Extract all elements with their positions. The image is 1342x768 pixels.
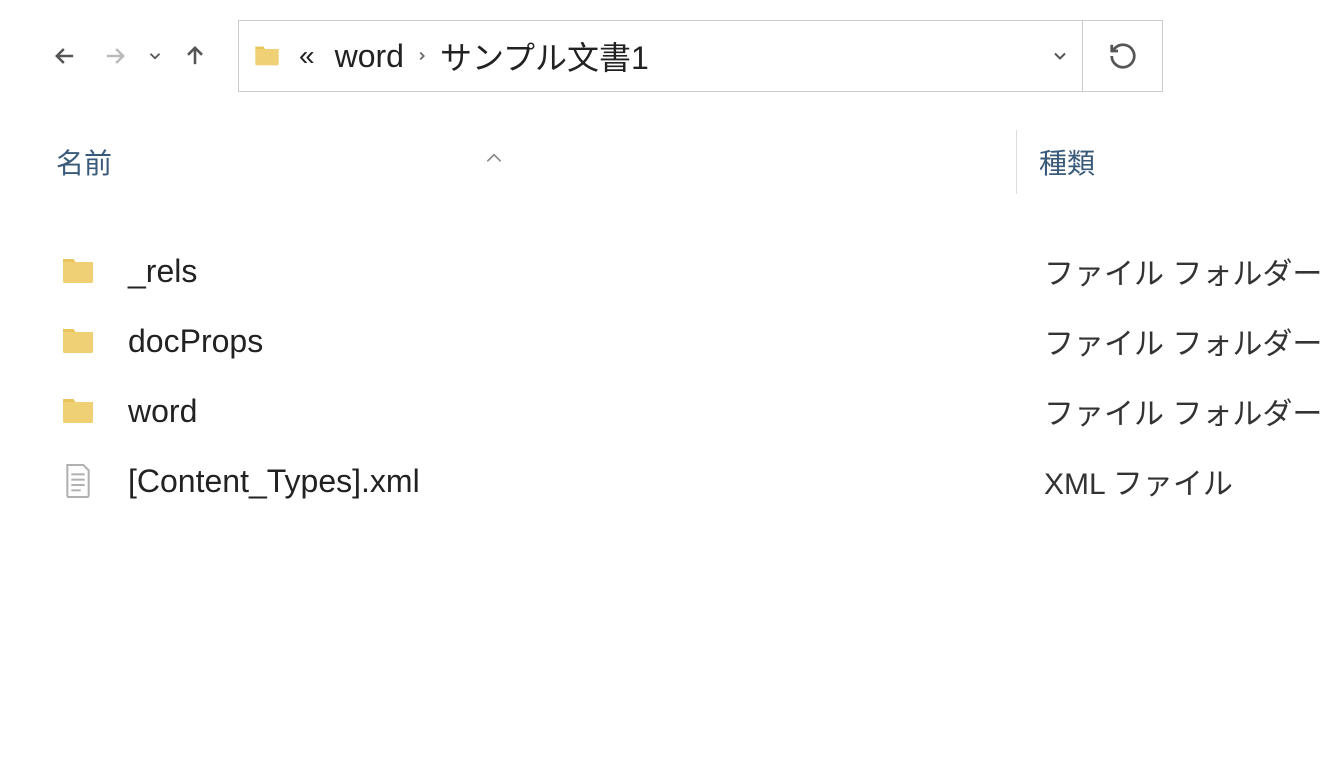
folder-icon	[56, 249, 100, 293]
column-header-type[interactable]: 種類	[1039, 142, 1095, 182]
refresh-button[interactable]	[1083, 20, 1163, 92]
xml-file-icon	[56, 459, 100, 503]
breadcrumb-overflow[interactable]: «	[299, 40, 315, 72]
breadcrumb-segment-current[interactable]: サンプル文書1	[434, 33, 655, 79]
list-item[interactable]: docProps ファイル フォルダー	[56, 306, 1342, 376]
column-header-type-label: 種類	[1039, 148, 1095, 179]
file-type: XML ファイル	[1040, 459, 1233, 503]
list-item[interactable]: [Content_Types].xml XML ファイル	[56, 446, 1342, 516]
folder-icon	[56, 319, 100, 363]
file-name: docProps	[128, 323, 1040, 360]
address-bar[interactable]: « word サンプル文書1	[238, 20, 1083, 92]
up-button[interactable]	[170, 31, 220, 81]
file-type: ファイル フォルダー	[1040, 389, 1322, 433]
folder-icon	[253, 42, 281, 70]
sort-ascending-icon	[484, 140, 504, 172]
file-list: _rels ファイル フォルダー docProps ファイル フォルダー wor…	[0, 216, 1342, 516]
recent-locations-dropdown[interactable]	[140, 47, 170, 65]
column-divider[interactable]	[1016, 130, 1017, 194]
back-button[interactable]	[40, 31, 90, 81]
column-headers: 名前 種類	[0, 112, 1342, 216]
address-history-dropdown[interactable]	[1038, 46, 1082, 66]
forward-button[interactable]	[90, 31, 140, 81]
file-type: ファイル フォルダー	[1040, 249, 1322, 293]
list-item[interactable]: _rels ファイル フォルダー	[56, 236, 1342, 306]
chevron-right-icon[interactable]	[410, 49, 434, 63]
column-header-name-label: 名前	[56, 148, 112, 179]
navigation-toolbar: « word サンプル文書1	[0, 0, 1342, 112]
list-item[interactable]: word ファイル フォルダー	[56, 376, 1342, 446]
breadcrumb-segment-word[interactable]: word	[329, 38, 410, 75]
file-name: word	[128, 393, 1040, 430]
file-name: [Content_Types].xml	[128, 463, 1040, 500]
file-name: _rels	[128, 253, 1040, 290]
file-type: ファイル フォルダー	[1040, 319, 1322, 363]
folder-icon	[56, 389, 100, 433]
column-header-name[interactable]: 名前	[56, 142, 1016, 182]
